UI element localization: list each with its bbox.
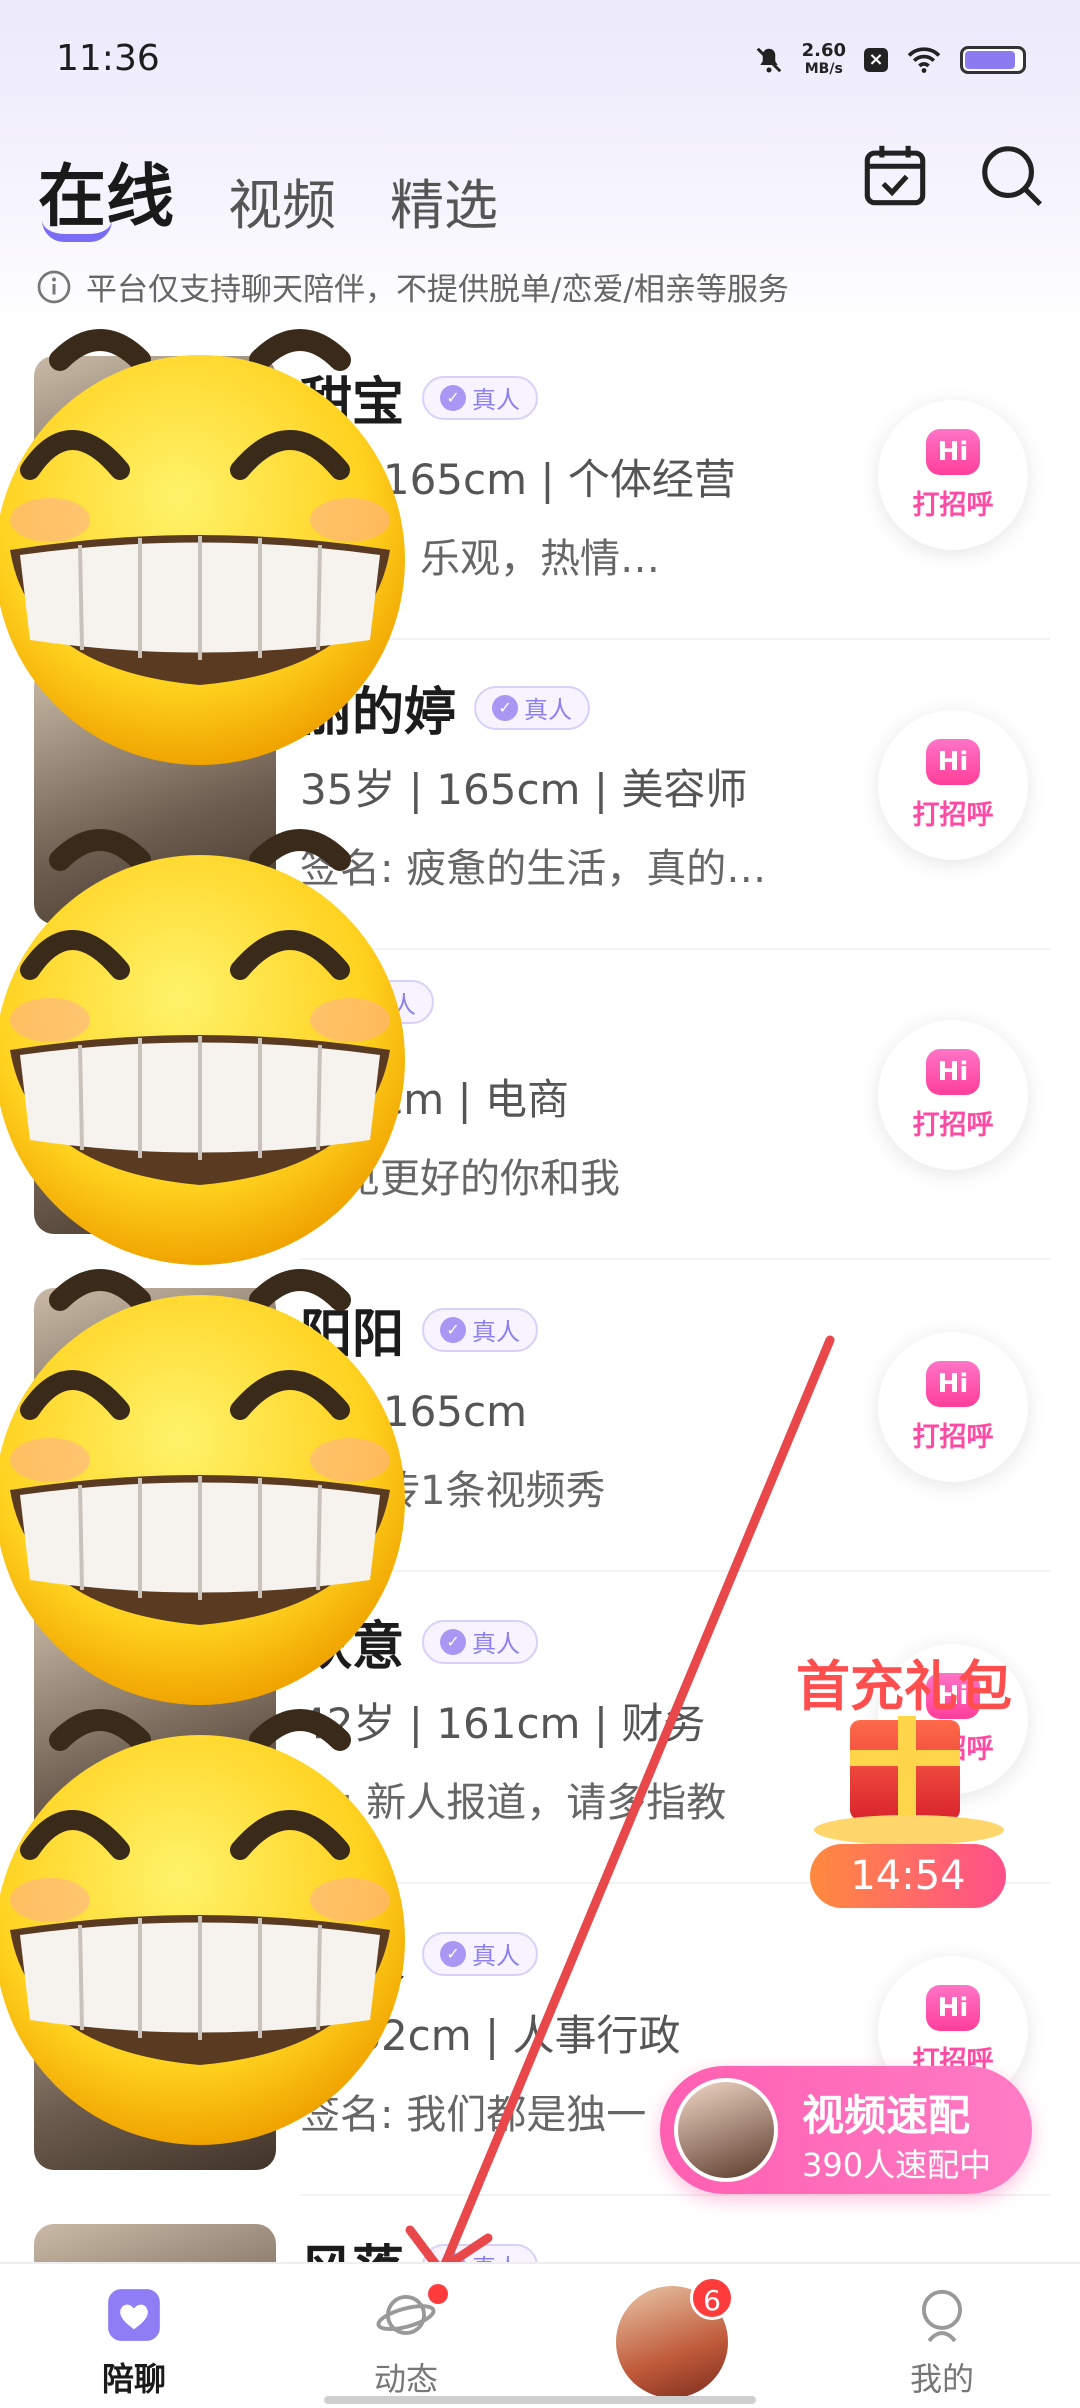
calendar-check-icon[interactable] bbox=[860, 140, 930, 210]
nav-item-moments[interactable]: 动态 bbox=[306, 2264, 506, 2408]
verified-badge: ✓真人 bbox=[474, 685, 591, 730]
verified-icon: ✓ bbox=[440, 1316, 467, 1343]
grinning-emoji-icon bbox=[0, 829, 405, 1265]
greet-label: 打招呼 bbox=[912, 489, 994, 521]
verified-icon: ✓ bbox=[440, 1940, 467, 1967]
grinning-emoji-icon bbox=[0, 1709, 405, 2145]
verified-label: 真人 bbox=[472, 1630, 521, 1658]
net-speed-unit: MB/s bbox=[804, 61, 843, 77]
grinning-emoji-icon bbox=[0, 329, 405, 765]
greet-button[interactable]: Hi 打招呼 bbox=[878, 1332, 1028, 1482]
verified-badge: ✓真人 bbox=[422, 1307, 539, 1352]
gift-ribbon bbox=[850, 1750, 960, 1766]
gift-ribbon bbox=[898, 1716, 916, 1820]
hi-icon: Hi bbox=[926, 1048, 980, 1095]
verified-label: 真人 bbox=[472, 386, 521, 414]
greet-button[interactable]: Hi 打招呼 bbox=[878, 1020, 1028, 1170]
grinning-emoji-icon bbox=[0, 1269, 405, 1705]
platform-notice: 平台仅支持聊天陪伴，不提供脱单/恋爱/相亲等服务 bbox=[36, 264, 789, 309]
gift-stand bbox=[814, 1815, 1004, 1845]
active-tab-indicator bbox=[42, 220, 112, 242]
wifi-icon bbox=[907, 47, 941, 73]
bottom-nav: 陪聊 动态 我的 bbox=[0, 2262, 1080, 2408]
status-time: 11:36 bbox=[56, 38, 160, 79]
status-bar: 11:36 2.60 MB/s × bbox=[0, 0, 1080, 120]
video-match-title: 视频速配 bbox=[802, 2091, 971, 2140]
search-icon[interactable] bbox=[976, 140, 1046, 210]
verified-label: 真人 bbox=[472, 1318, 521, 1346]
x-close-icon: × bbox=[864, 48, 888, 72]
unread-count-badge: 6 bbox=[690, 2276, 734, 2320]
video-match-button[interactable]: 视频速配 390人速配中 bbox=[660, 2066, 1032, 2194]
verified-icon: ✓ bbox=[440, 1628, 467, 1655]
status-icons: 2.60 MB/s × bbox=[754, 42, 1026, 78]
nav-label-mine: 我的 bbox=[909, 2360, 974, 2398]
verified-label: 真人 bbox=[524, 696, 573, 724]
battery-icon bbox=[960, 46, 1026, 74]
hi-icon: Hi bbox=[926, 738, 980, 785]
mute-bell-icon bbox=[756, 47, 781, 73]
info-icon bbox=[37, 270, 71, 303]
notice-text: 平台仅支持聊天陪伴，不提供脱单/恋爱/相亲等服务 bbox=[86, 272, 789, 308]
greet-button[interactable]: Hi 打招呼 bbox=[878, 400, 1028, 550]
hi-icon: Hi bbox=[926, 1360, 980, 1407]
greet-label: 打招呼 bbox=[912, 1421, 994, 1453]
gift-title: 首充礼包 bbox=[796, 1655, 1012, 1718]
tab-video[interactable]: 视频 bbox=[228, 161, 336, 240]
gift-countdown: 14:54 bbox=[810, 1844, 1006, 1908]
verified-icon: ✓ bbox=[440, 384, 467, 411]
greet-button[interactable]: Hi 打招呼 bbox=[878, 710, 1028, 860]
video-match-subtitle: 390人速配中 bbox=[802, 2146, 992, 2184]
divider bbox=[300, 2194, 1050, 2196]
verified-icon: ✓ bbox=[492, 694, 519, 721]
nav-item-chat[interactable]: 陪聊 bbox=[34, 2264, 234, 2408]
first-recharge-gift[interactable]: 首充礼包 14:54 bbox=[780, 1630, 1040, 1910]
verified-badge: ✓真人 bbox=[422, 375, 539, 420]
hi-icon: Hi bbox=[926, 428, 980, 475]
greet-label: 打招呼 bbox=[912, 1109, 994, 1141]
moments-unread-dot bbox=[428, 2284, 448, 2304]
net-speed: 2.60 MB/s bbox=[802, 42, 846, 78]
nav-label-moments: 动态 bbox=[373, 2360, 438, 2398]
video-match-avatar bbox=[674, 2078, 778, 2182]
battery-fill bbox=[965, 51, 1015, 69]
heart-chat-icon bbox=[108, 2289, 160, 2341]
net-speed-value: 2.60 bbox=[801, 40, 846, 61]
verified-label: 真人 bbox=[472, 1942, 521, 1970]
nav-label-chat: 陪聊 bbox=[101, 2360, 166, 2398]
greet-label: 打招呼 bbox=[912, 799, 994, 831]
verified-badge: ✓真人 bbox=[422, 1931, 539, 1976]
hi-icon: Hi bbox=[926, 1984, 980, 2031]
tab-featured[interactable]: 精选 bbox=[390, 161, 498, 240]
nav-item-mine[interactable]: 我的 bbox=[842, 2264, 1042, 2408]
verified-badge: ✓真人 bbox=[422, 1619, 539, 1664]
home-indicator[interactable] bbox=[324, 2396, 756, 2404]
profile-icon bbox=[921, 2289, 963, 2343]
